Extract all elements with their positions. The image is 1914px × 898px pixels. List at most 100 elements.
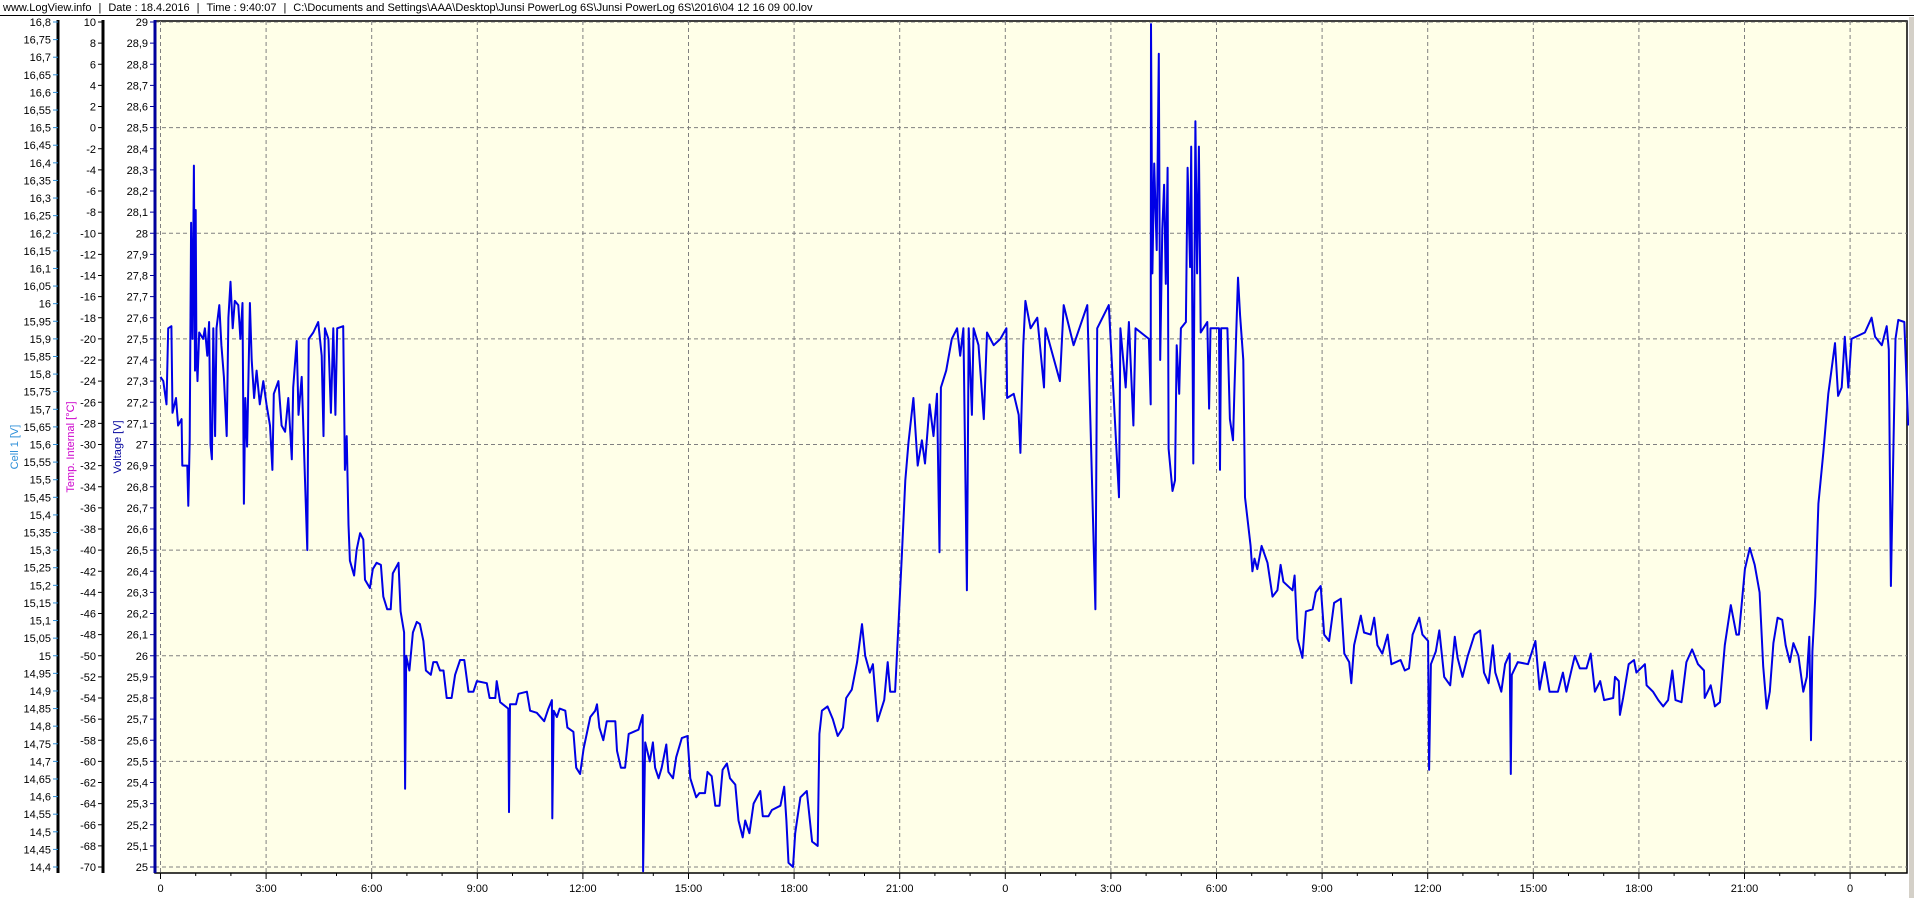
cell-tick-label: 15,45	[23, 492, 51, 504]
cell-tick-label: 15,7	[30, 404, 51, 416]
cell-tick-label: 14,4	[30, 862, 51, 874]
x-tick-label: 6:00	[361, 883, 382, 895]
temp-tick-label: -40	[80, 545, 96, 557]
temp-tick-label: -8	[86, 207, 96, 219]
temp-axis-title: Temp. Internal [°C]	[65, 401, 77, 492]
voltage-tick-label: 27,1	[127, 418, 148, 430]
voltage-tick-label: 27,8	[127, 271, 148, 283]
x-tick-label: 3:00	[255, 883, 276, 895]
voltage-tick-label: 28,2	[127, 186, 148, 198]
plot-background[interactable]	[154, 20, 1908, 874]
voltage-tick-label: 28,9	[127, 38, 148, 50]
temp-tick-label: -24	[80, 376, 96, 388]
temp-tick-label: -12	[80, 249, 96, 261]
x-tick-label: 18:00	[780, 883, 808, 895]
voltage-tick-label: 25,5	[127, 756, 148, 768]
cell-tick-label: 16,65	[23, 70, 51, 82]
x-tick-label: 0	[1002, 883, 1008, 895]
temp-tick-label: -34	[80, 482, 96, 494]
cell-tick-label: 14,75	[23, 739, 51, 751]
voltage-tick-label: 25,4	[127, 778, 148, 790]
x-tick-label: 12:00	[569, 883, 597, 895]
voltage-tick-label: 26,6	[127, 524, 148, 536]
temp-tick-label: -28	[80, 418, 96, 430]
x-tick-label: 6:00	[1206, 883, 1227, 895]
temp-tick-label: -68	[80, 841, 96, 853]
x-tick-label: 9:00	[467, 883, 488, 895]
cell-tick-label: 15,55	[23, 457, 51, 469]
voltage-tick-label: 28	[136, 228, 148, 240]
cell-tick-label: 16,55	[23, 105, 51, 117]
cell-tick-label: 14,55	[23, 809, 51, 821]
temp-tick-label: -48	[80, 630, 96, 642]
cell-tick-label: 14,5	[30, 827, 51, 839]
x-tick-label: 18:00	[1625, 883, 1653, 895]
cell-tick-label: 15,15	[23, 598, 51, 610]
temp-tick-label: -62	[80, 778, 96, 790]
temp-tick-label: -64	[80, 799, 96, 811]
x-tick-label: 3:00	[1100, 883, 1121, 895]
temp-tick-label: -46	[80, 609, 96, 621]
temp-tick-label: -14	[80, 271, 96, 283]
x-tick-label: 15:00	[675, 883, 703, 895]
cell-tick-label: 16,35	[23, 175, 51, 187]
voltage-tick-label: 29	[136, 17, 148, 29]
temp-tick-label: -70	[80, 862, 96, 874]
temp-tick-label: -66	[80, 820, 96, 832]
temp-tick-label: -50	[80, 651, 96, 663]
cell-tick-label: 16,05	[23, 281, 51, 293]
cell-tick-label: 16,45	[23, 140, 51, 152]
cell-tick-label: 15,2	[30, 580, 51, 592]
cell-tick-label: 15,5	[30, 475, 51, 487]
temp-tick-label: 4	[90, 80, 96, 92]
cell-tick-label: 14,7	[30, 756, 51, 768]
cell-tick-label: 14,6	[30, 792, 51, 804]
voltage-tick-label: 26,8	[127, 482, 148, 494]
cell-tick-label: 15,1	[30, 616, 51, 628]
voltage-tick-label: 27,2	[127, 397, 148, 409]
temp-tick-label: -22	[80, 355, 96, 367]
cell-tick-label: 15,6	[30, 440, 51, 452]
chart-area[interactable]: 0 3:00 6:00 9:00 12:00 15:00 18:00 21:00 0 3:00 6:…	[0, 0, 1914, 898]
cell-tick-label: 15,95	[23, 316, 51, 328]
voltage-tick-label: 27,6	[127, 313, 148, 325]
x-tick-label: 15:00	[1520, 883, 1548, 895]
temp-tick-label: -18	[80, 313, 96, 325]
cell-tick-label: 16,2	[30, 228, 51, 240]
temp-tick-label: -10	[80, 228, 96, 240]
x-tick-label: 12:00	[1414, 883, 1442, 895]
temp-tick-label: -16	[80, 292, 96, 304]
temp-tick-label: -60	[80, 756, 96, 768]
cell-tick-label: 14,45	[23, 844, 51, 856]
temp-tick-label: 2	[90, 102, 96, 114]
voltage-tick-label: 26,1	[127, 630, 148, 642]
voltage-tick-label: 28,5	[127, 123, 148, 135]
cell-tick-label: 15,35	[23, 528, 51, 540]
voltage-tick-label: 28,3	[127, 165, 148, 177]
cell-tick-label: 15,9	[30, 334, 51, 346]
voltage-tick-label: 25,7	[127, 714, 148, 726]
voltage-tick-label: 25,6	[127, 735, 148, 747]
voltage-tick-label: 28,8	[127, 59, 148, 71]
voltage-tick-label: 25,3	[127, 799, 148, 811]
cell-tick-label: 15,8	[30, 369, 51, 381]
temp-tick-label: -42	[80, 566, 96, 578]
cell-tick-label: 16,25	[23, 211, 51, 223]
window-edge	[1909, 17, 1914, 898]
cell-tick-label: 16,5	[30, 123, 51, 135]
cell-tick-label: 15,75	[23, 387, 51, 399]
temp-tick-label: 8	[90, 38, 96, 50]
temp-tick-label: -26	[80, 397, 96, 409]
cell-tick-label: 15,65	[23, 422, 51, 434]
cell-tick-label: 15,85	[23, 351, 51, 363]
voltage-tick-label: 28,6	[127, 102, 148, 114]
cell-tick-label: 14,9	[30, 686, 51, 698]
temp-tick-label: 6	[90, 59, 96, 71]
cell-tick-label: 16,3	[30, 193, 51, 205]
voltage-tick-label: 26	[136, 651, 148, 663]
cell-tick-label: 16,4	[30, 158, 51, 170]
voltage-tick-label: 26,2	[127, 609, 148, 621]
voltage-tick-label: 28,1	[127, 207, 148, 219]
temp-tick-label: -32	[80, 461, 96, 473]
temp-tick-label: -2	[86, 144, 96, 156]
